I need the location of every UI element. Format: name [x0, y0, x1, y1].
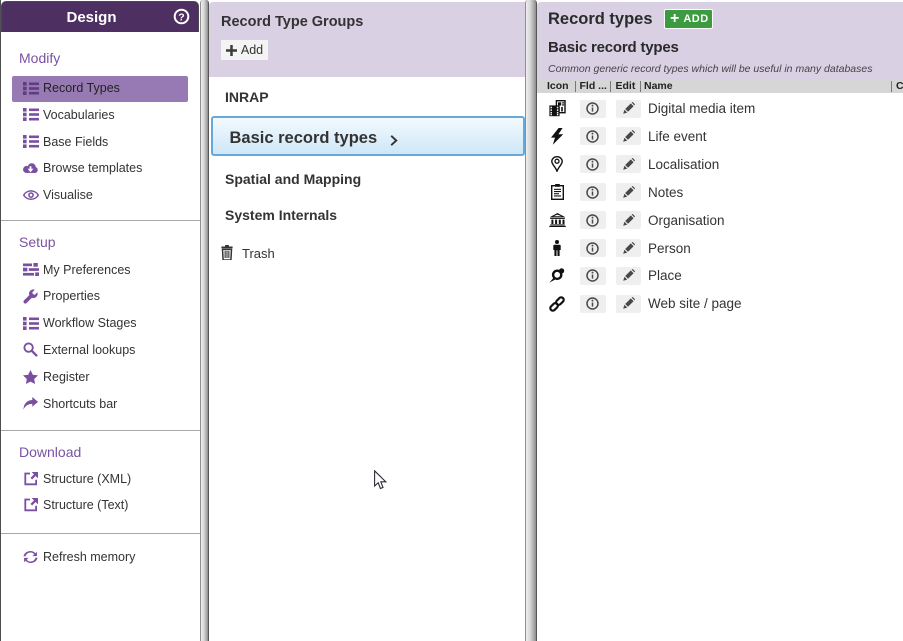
svg-text:?: ? — [178, 11, 184, 23]
